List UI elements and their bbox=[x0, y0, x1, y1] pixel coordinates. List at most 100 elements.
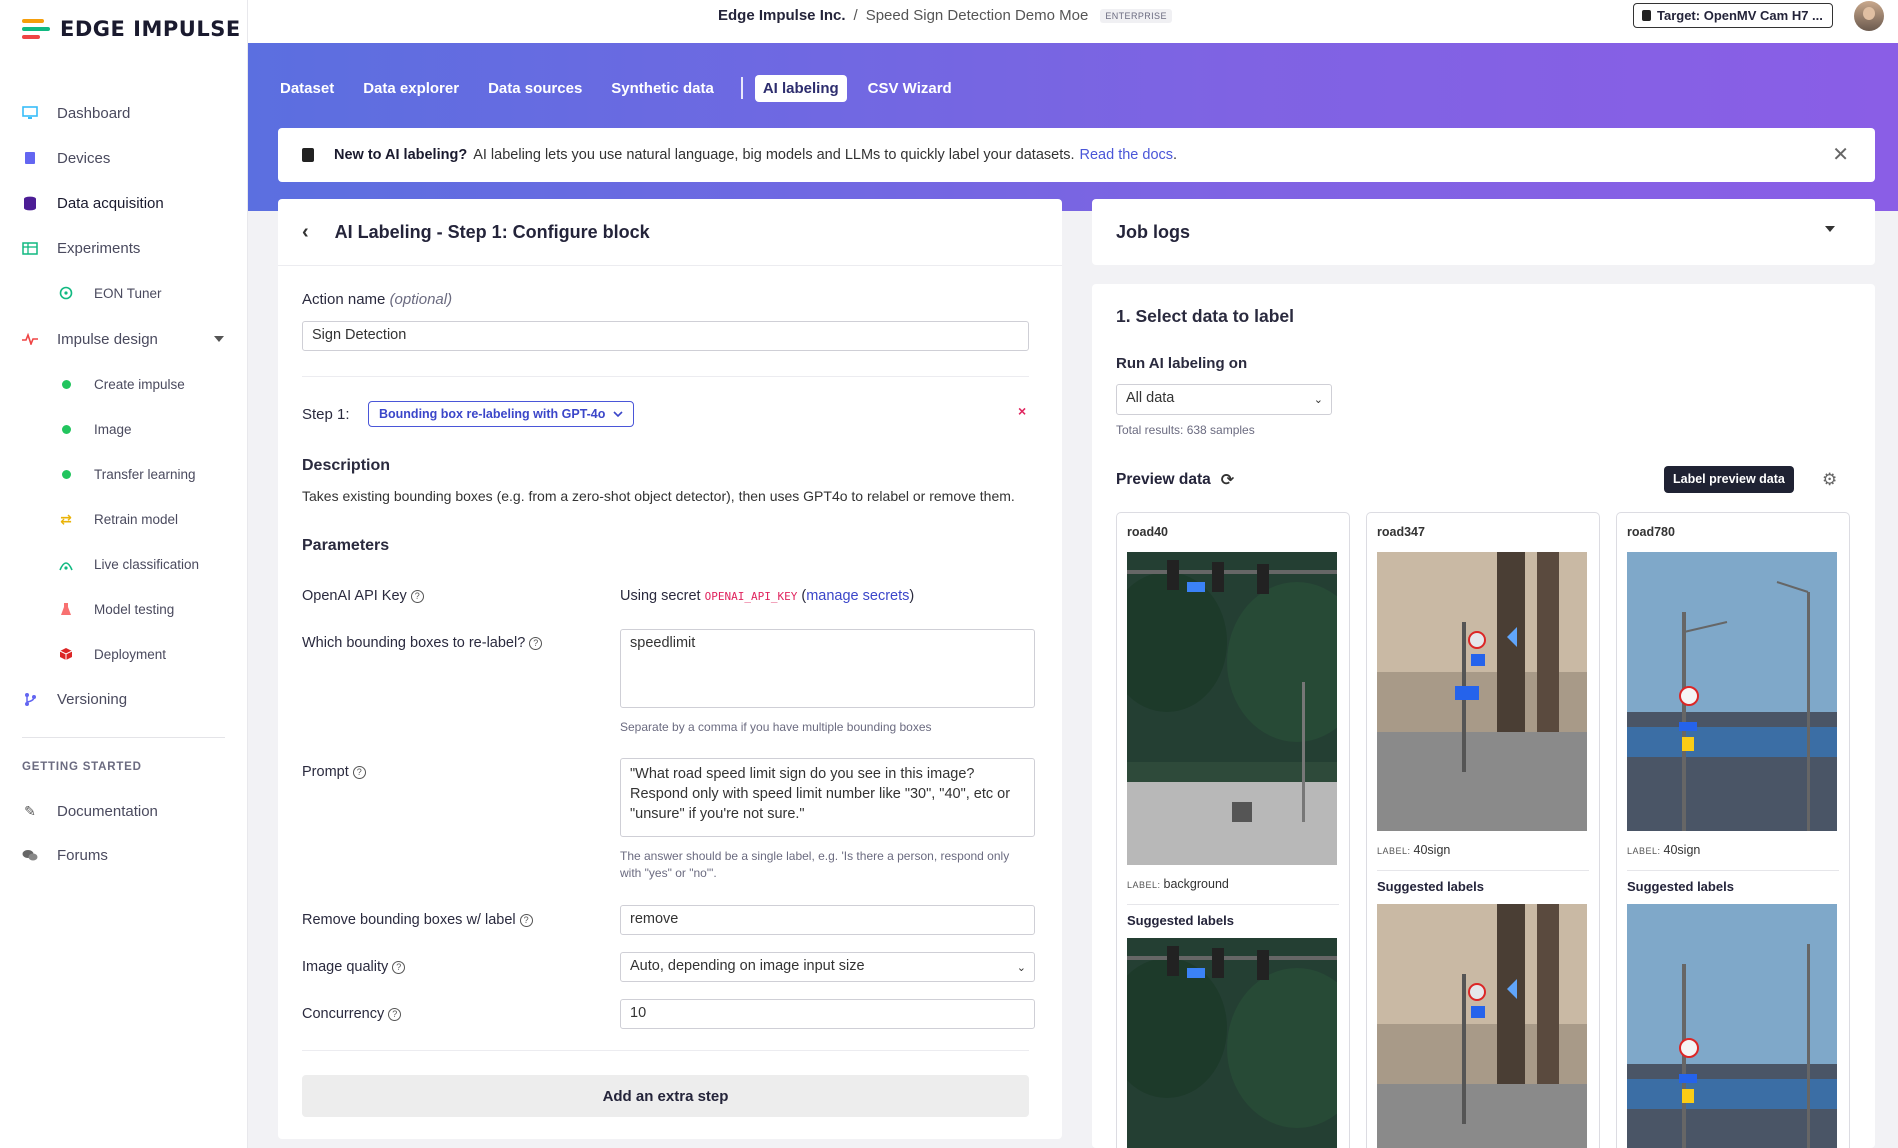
remove-label-input[interactable]: remove bbox=[620, 905, 1035, 935]
caret-down-icon[interactable] bbox=[1825, 226, 1835, 232]
suggested-image[interactable] bbox=[1127, 938, 1337, 1148]
chevron-down-icon: ⌄ bbox=[1016, 962, 1026, 974]
sidebar-item-image[interactable]: Image bbox=[0, 414, 248, 444]
action-name-input[interactable]: Sign Detection bbox=[302, 321, 1029, 351]
label-preview-data-button[interactable]: Label preview data bbox=[1664, 466, 1794, 493]
sidebar-item-retrain-model[interactable]: ⇄ Retrain model bbox=[0, 504, 248, 534]
banner-title: New to AI labeling? bbox=[334, 147, 468, 163]
help-icon[interactable]: ? bbox=[392, 960, 406, 974]
sidebar-item-transfer-learning[interactable]: Transfer learning bbox=[0, 459, 248, 489]
help-icon[interactable]: ? bbox=[352, 765, 366, 779]
cube-icon bbox=[58, 646, 74, 662]
gear-icon[interactable]: ⚙ bbox=[1822, 470, 1837, 490]
image-quality-value: Auto, depending on image input size bbox=[630, 958, 865, 974]
select-data-title: 1. Select data to label bbox=[1116, 306, 1294, 326]
close-icon[interactable]: ✕ bbox=[1832, 142, 1849, 167]
sidebar-item-dashboard[interactable]: Dashboard bbox=[0, 98, 248, 128]
logo-mark-icon bbox=[22, 19, 50, 39]
suggested-image[interactable] bbox=[1627, 904, 1837, 1148]
sidebar-item-devices[interactable]: Devices bbox=[0, 143, 248, 173]
sidebar-item-impulse-design[interactable]: Impulse design bbox=[0, 324, 248, 354]
chevron-down-icon[interactable] bbox=[214, 336, 224, 342]
sidebar-section-title: GETTING STARTED bbox=[22, 761, 142, 773]
edge-impulse-logo[interactable]: EDGE IMPULSE bbox=[22, 17, 241, 41]
label-key: LABEL: bbox=[1127, 880, 1161, 890]
sample-name: road347 bbox=[1377, 525, 1425, 539]
chevron-down-icon bbox=[613, 410, 623, 417]
configure-block-card: ‹ AI Labeling - Step 1: Configure block … bbox=[278, 199, 1062, 1139]
help-icon[interactable]: ? bbox=[388, 1007, 402, 1021]
sample-image[interactable] bbox=[1377, 552, 1587, 831]
tab-data-explorer[interactable]: Data explorer bbox=[355, 75, 467, 102]
info-banner: New to AI labeling? AI labeling lets you… bbox=[278, 128, 1875, 182]
banner-period: . bbox=[1173, 147, 1178, 163]
suggested-labels-title: Suggested labels bbox=[1627, 879, 1734, 894]
help-icon[interactable]: ? bbox=[529, 636, 543, 650]
suggested-image[interactable] bbox=[1377, 904, 1587, 1148]
step-type-dropdown[interactable]: Bounding box re-labeling with GPT-4o bbox=[368, 401, 635, 427]
sidebar-item-model-testing[interactable]: Model testing bbox=[0, 594, 248, 624]
chip-icon bbox=[1642, 10, 1651, 21]
sidebar-item-forums[interactable]: Forums bbox=[0, 840, 248, 870]
sidebar-item-eon-tuner[interactable]: EON Tuner bbox=[0, 278, 248, 308]
target-device-button[interactable]: Target: OpenMV Cam H7 ... bbox=[1633, 3, 1833, 28]
branch-icon bbox=[22, 691, 38, 707]
breadcrumb-project[interactable]: Speed Sign Detection Demo Moe bbox=[866, 7, 1089, 24]
logo-text: EDGE IMPULSE bbox=[60, 17, 241, 41]
job-logs-title: Job logs bbox=[1116, 221, 1191, 242]
read-docs-link[interactable]: Read the docs bbox=[1080, 147, 1174, 163]
sidebar-item-create-impulse[interactable]: Create impulse bbox=[0, 369, 248, 399]
sample-card[interactable]: road780 LABEL: 40sign Suggested labels bbox=[1616, 512, 1850, 1148]
sample-name: road40 bbox=[1127, 525, 1168, 539]
sidebar-item-documentation[interactable]: ✎ Documentation bbox=[0, 796, 248, 826]
sidebar-item-deployment[interactable]: Deployment bbox=[0, 639, 248, 669]
sidebar-item-experiments[interactable]: Experiments bbox=[0, 233, 248, 263]
prompt-textarea[interactable]: "What road speed limit sign do you see i… bbox=[620, 758, 1035, 837]
sample-card[interactable]: road347 LABEL: 40sign Suggested labels bbox=[1366, 512, 1600, 1148]
topbar: Edge Impulse Inc. / Speed Sign Detection… bbox=[248, 0, 1898, 43]
divider bbox=[1627, 870, 1839, 871]
manage-secrets-link[interactable]: manage secrets bbox=[806, 588, 909, 604]
sample-image[interactable] bbox=[1127, 552, 1337, 865]
tab-csv-wizard[interactable]: CSV Wizard bbox=[860, 75, 960, 102]
which-boxes-label: Which bounding boxes to re-label?? bbox=[302, 635, 543, 651]
sample-card[interactable]: road40 LABEL: background Suggested labels bbox=[1116, 512, 1350, 1148]
help-icon[interactable]: ? bbox=[519, 913, 533, 927]
sample-image[interactable] bbox=[1627, 552, 1837, 831]
sidebar-item-label: Data acquisition bbox=[57, 194, 164, 212]
job-logs-card[interactable]: Job logs bbox=[1092, 199, 1875, 265]
remove-step-icon[interactable]: × bbox=[1018, 403, 1026, 419]
add-extra-step-button[interactable]: Add an extra step bbox=[302, 1075, 1029, 1117]
back-arrow-icon[interactable]: ‹ bbox=[302, 221, 309, 244]
parameters-title: Parameters bbox=[302, 537, 390, 554]
tab-divider bbox=[740, 77, 743, 99]
tab-data-sources[interactable]: Data sources bbox=[480, 75, 590, 102]
sidebar-item-data-acquisition[interactable]: Data acquisition bbox=[0, 188, 248, 218]
avatar[interactable] bbox=[1854, 1, 1884, 31]
description-title: Description bbox=[302, 457, 391, 474]
help-icon[interactable]: ? bbox=[410, 589, 424, 603]
sidebar-item-live-classification[interactable]: Live classification bbox=[0, 549, 248, 579]
breadcrumb-org[interactable]: Edge Impulse Inc. bbox=[718, 7, 846, 24]
sidebar-item-label: Documentation bbox=[57, 802, 158, 820]
api-key-label: OpenAI API Key? bbox=[302, 588, 424, 604]
remove-boxes-text: Remove bounding boxes w/ label bbox=[302, 912, 516, 928]
tab-bar: Dataset Data explorer Data sources Synth… bbox=[272, 73, 973, 103]
run-on-select[interactable]: All data ⌄ bbox=[1116, 384, 1332, 415]
refresh-icon[interactable]: ⟳ bbox=[1221, 470, 1234, 490]
breadcrumb-separator: / bbox=[853, 7, 858, 24]
tab-ai-labeling[interactable]: AI labeling bbox=[754, 74, 847, 102]
concurrency-input[interactable]: 10 bbox=[620, 999, 1035, 1029]
which-boxes-textarea[interactable]: speedlimit bbox=[620, 629, 1035, 708]
sidebar-item-versioning[interactable]: Versioning bbox=[0, 684, 248, 714]
run-on-value: All data bbox=[1126, 390, 1175, 406]
sample-label: LABEL: 40sign bbox=[1627, 843, 1700, 857]
label-value: 40sign bbox=[1413, 843, 1451, 857]
select-data-card: 1. Select data to label Run AI labeling … bbox=[1092, 284, 1875, 1148]
sample-label: LABEL: background bbox=[1127, 877, 1229, 891]
tab-dataset[interactable]: Dataset bbox=[272, 75, 342, 102]
concurrency-label: Concurrency? bbox=[302, 1006, 402, 1022]
image-quality-select[interactable]: Auto, depending on image input size ⌄ bbox=[620, 952, 1035, 982]
table-icon bbox=[22, 240, 38, 256]
tab-synthetic-data[interactable]: Synthetic data bbox=[603, 75, 722, 102]
